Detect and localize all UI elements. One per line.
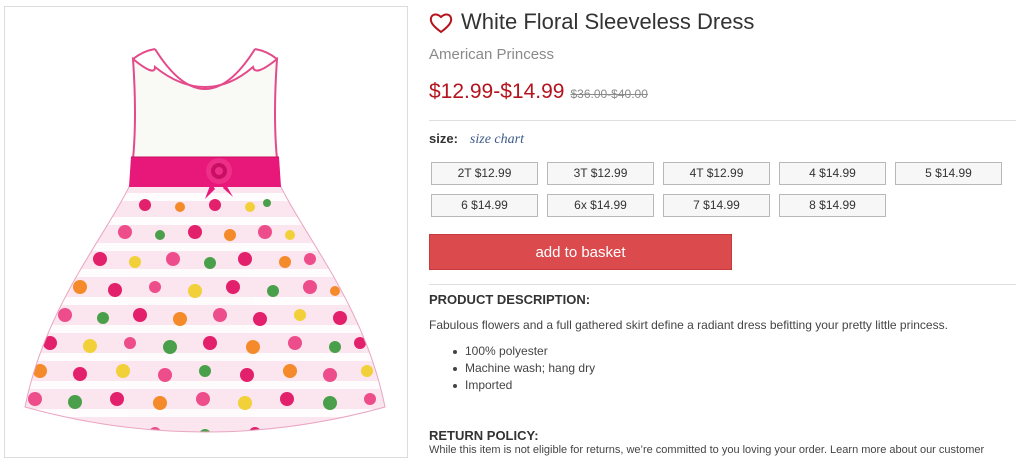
brand-name[interactable]: American Princess — [429, 46, 554, 63]
original-price: $36.00-$40.00 — [570, 87, 648, 101]
divider — [429, 120, 1016, 121]
return-policy-heading: RETURN POLICY: — [429, 428, 539, 443]
product-title: White Floral Sleeveless Dress — [461, 9, 755, 34]
size-row: size: size chart — [429, 131, 524, 148]
size-option-5[interactable]: 5 $14.99 — [895, 162, 1002, 185]
size-option-6[interactable]: 6 $14.99 — [431, 194, 538, 217]
description-text: Fabulous flowers and a full gathered ski… — [429, 318, 948, 332]
return-policy-text: While this item is not eligible for retu… — [429, 444, 985, 456]
sale-price: $12.99-$14.99 — [429, 80, 565, 103]
size-option-4t[interactable]: 4T $12.99 — [663, 162, 770, 185]
size-chart-link[interactable]: size chart — [470, 132, 524, 148]
size-label: size: — [429, 131, 458, 146]
product-image[interactable] — [4, 6, 408, 458]
list-item: Imported — [452, 377, 595, 394]
divider — [429, 284, 1016, 285]
list-item: 100% polyester — [452, 343, 595, 360]
add-to-basket-button[interactable]: add to basket — [429, 234, 732, 270]
price-row: $12.99-$14.99 $36.00-$40.00 — [429, 80, 648, 104]
heart-outline-icon[interactable] — [429, 12, 453, 34]
dress-photo — [24, 48, 386, 433]
size-option-2t[interactable]: 2T $12.99 — [431, 162, 538, 185]
description-heading: PRODUCT DESCRIPTION: — [429, 292, 591, 307]
size-option-3t[interactable]: 3T $12.99 — [547, 162, 654, 185]
title-row: White Floral Sleeveless Dress — [429, 9, 754, 35]
size-option-7[interactable]: 7 $14.99 — [663, 194, 770, 217]
feature-list: 100% polyester Machine wash; hang dry Im… — [452, 343, 596, 394]
size-option-8[interactable]: 8 $14.99 — [779, 194, 886, 217]
size-option-4[interactable]: 4 $14.99 — [779, 162, 886, 185]
list-item: Machine wash; hang dry — [452, 361, 596, 375]
size-option-6x[interactable]: 6x $14.99 — [547, 194, 654, 217]
